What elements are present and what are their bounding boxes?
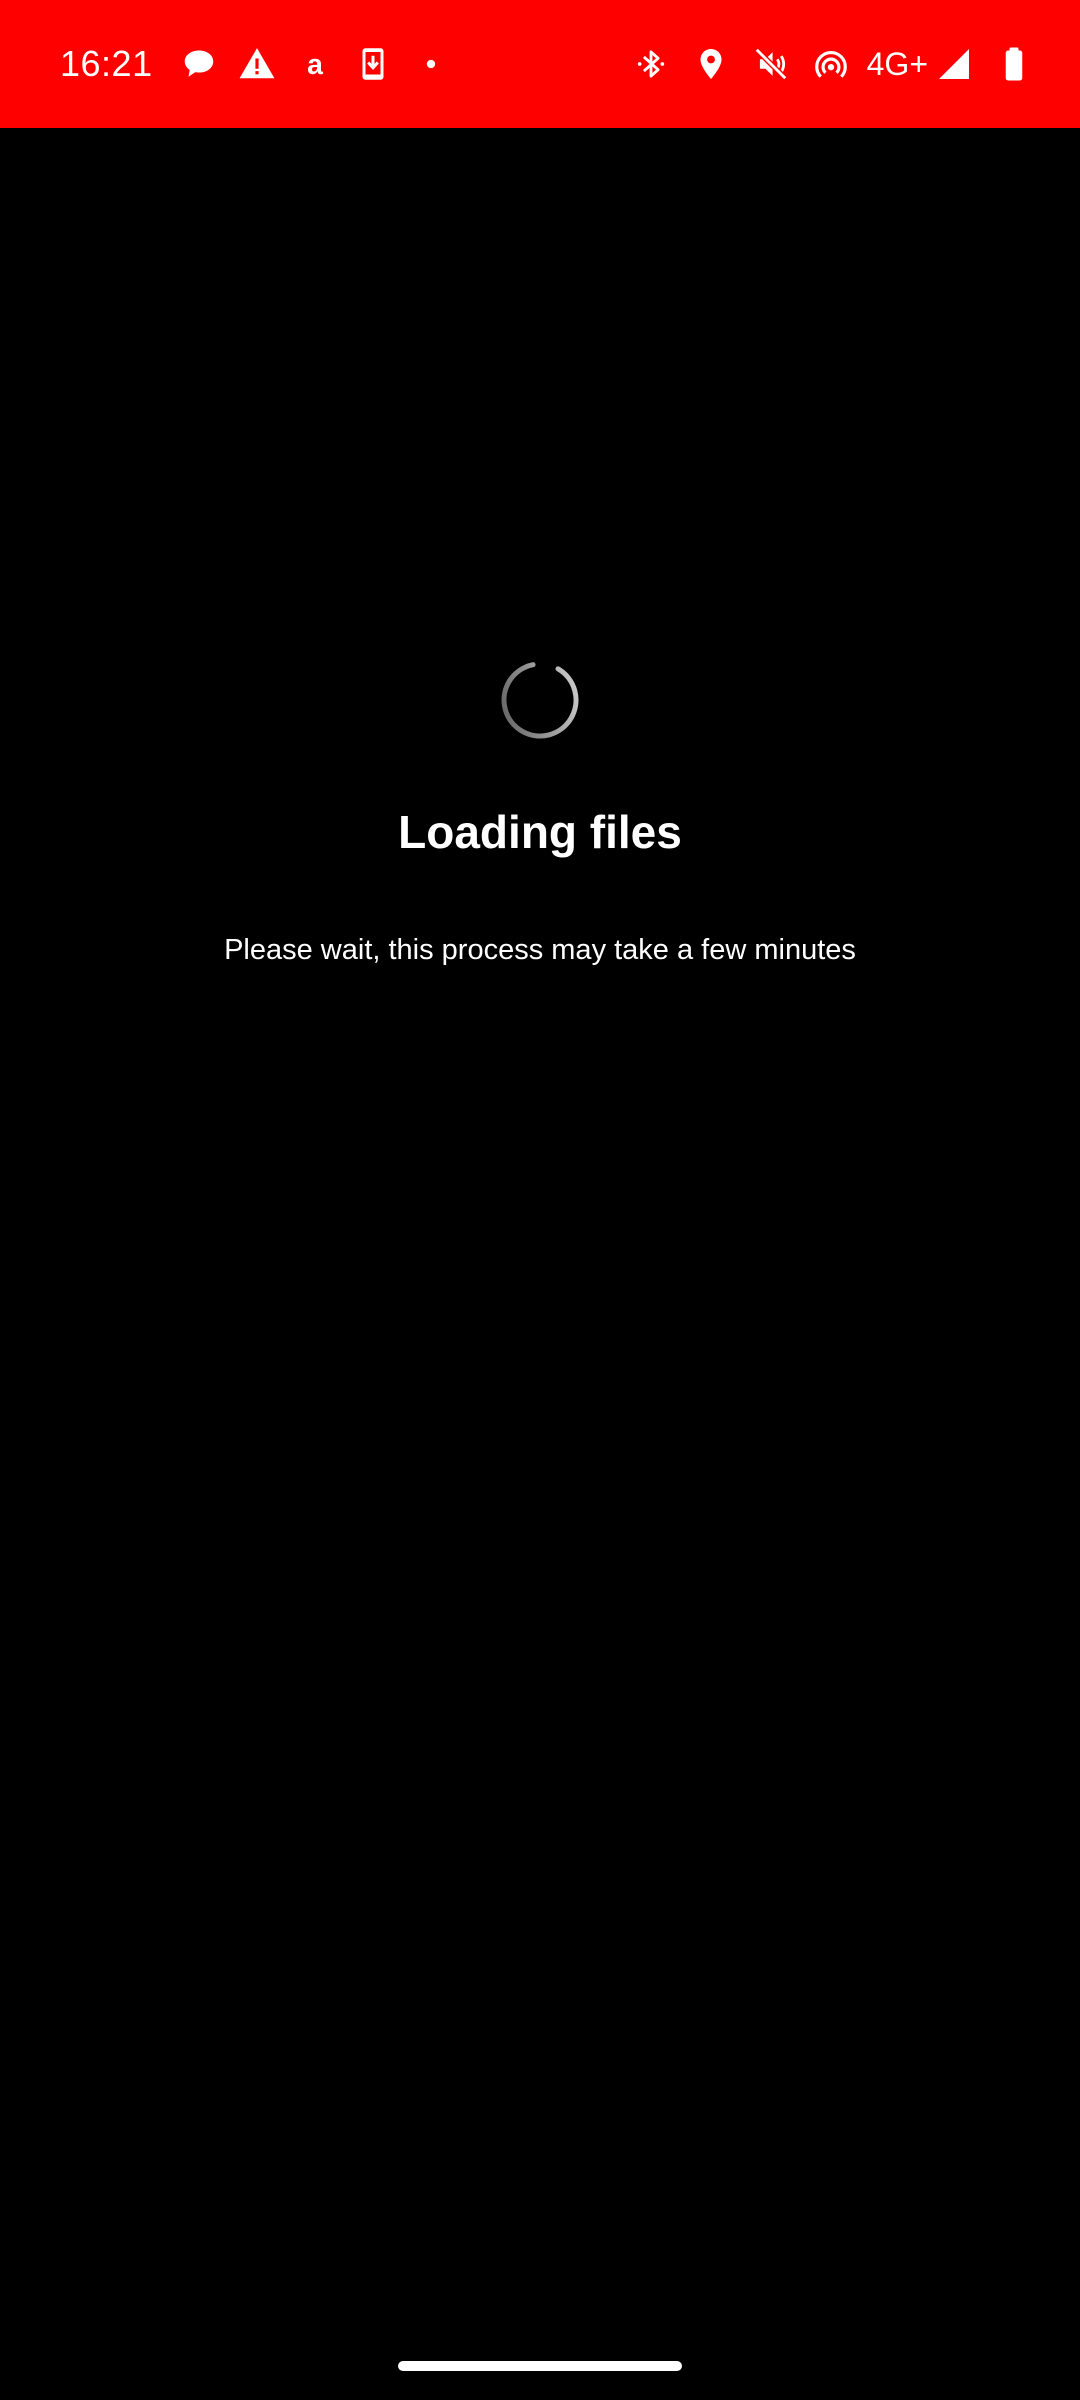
download-phone-icon bbox=[349, 40, 397, 88]
amazon-icon: a bbox=[291, 40, 339, 88]
loading-title: Loading files bbox=[398, 806, 682, 858]
svg-text:a: a bbox=[307, 49, 323, 81]
app-screen: 16:21 a 4G+ Loading files Please wait, t… bbox=[0, 0, 1080, 2400]
status-time: 16:21 bbox=[60, 43, 153, 84]
signal-icon bbox=[930, 40, 978, 88]
dot-icon bbox=[407, 40, 455, 88]
location-icon bbox=[687, 40, 735, 88]
network-type-label: 4G+ bbox=[866, 45, 928, 82]
bluetooth-icon bbox=[627, 40, 675, 88]
battery-icon bbox=[990, 40, 1038, 88]
loading-message: Please wait, this process may take a few… bbox=[224, 934, 856, 966]
status-bar-right: 4G+ bbox=[627, 0, 1050, 128]
warning-icon bbox=[233, 40, 281, 88]
home-indicator[interactable] bbox=[398, 2361, 682, 2371]
vibrate-off-icon bbox=[747, 40, 795, 88]
hotspot-icon bbox=[807, 40, 855, 88]
chat-bubble-icon bbox=[175, 40, 223, 88]
loading-spinner bbox=[500, 660, 580, 740]
status-bar: 16:21 a 4G+ bbox=[0, 0, 1080, 128]
status-bar-left: 16:21 a bbox=[60, 0, 465, 128]
